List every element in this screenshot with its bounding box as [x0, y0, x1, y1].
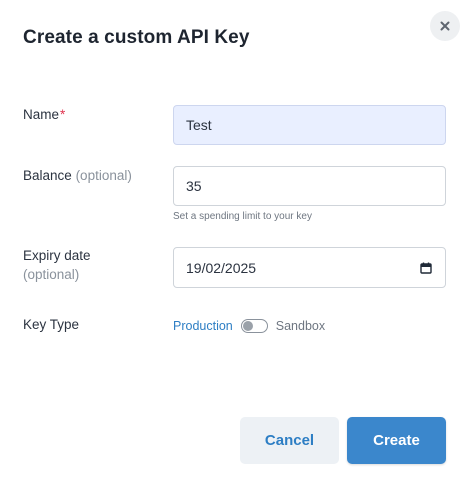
name-label: Name* [23, 105, 65, 124]
close-button[interactable] [430, 11, 460, 41]
production-option[interactable]: Production [173, 319, 233, 333]
name-input-value: Test [186, 117, 212, 133]
sandbox-option[interactable]: Sandbox [276, 319, 325, 333]
dialog-title: Create a custom API Key [23, 27, 250, 48]
expiry-optional-text: (optional) [23, 267, 80, 282]
expiry-date-input[interactable]: 19/02/2025 [173, 247, 446, 288]
cancel-button[interactable]: Cancel [240, 417, 339, 464]
close-icon [440, 21, 450, 31]
balance-label-text: Balance [23, 168, 72, 183]
expiry-label-text: Expiry date [23, 248, 91, 263]
balance-input[interactable]: 35 [173, 166, 446, 206]
balance-label: Balance (optional) [23, 166, 132, 185]
expiry-date-value: 19/02/2025 [186, 259, 257, 276]
name-input[interactable]: Test [173, 105, 446, 145]
toggle-knob [242, 321, 253, 331]
key-type-switch-row: Production Sandbox [173, 317, 325, 335]
balance-optional-text: (optional) [75, 168, 132, 183]
calendar-icon[interactable] [420, 261, 432, 277]
required-mark: * [60, 107, 66, 122]
create-api-key-dialog: Create a custom API Key Name* Test Balan… [0, 0, 467, 486]
balance-hint: Set a spending limit to your key [173, 211, 312, 222]
key-type-label: Key Type [23, 317, 80, 332]
key-type-toggle[interactable] [240, 319, 268, 333]
balance-input-value: 35 [186, 178, 202, 194]
name-label-text: Name [23, 107, 60, 122]
expiry-label: Expiry date (optional) [23, 246, 91, 284]
create-button[interactable]: Create [347, 417, 446, 464]
